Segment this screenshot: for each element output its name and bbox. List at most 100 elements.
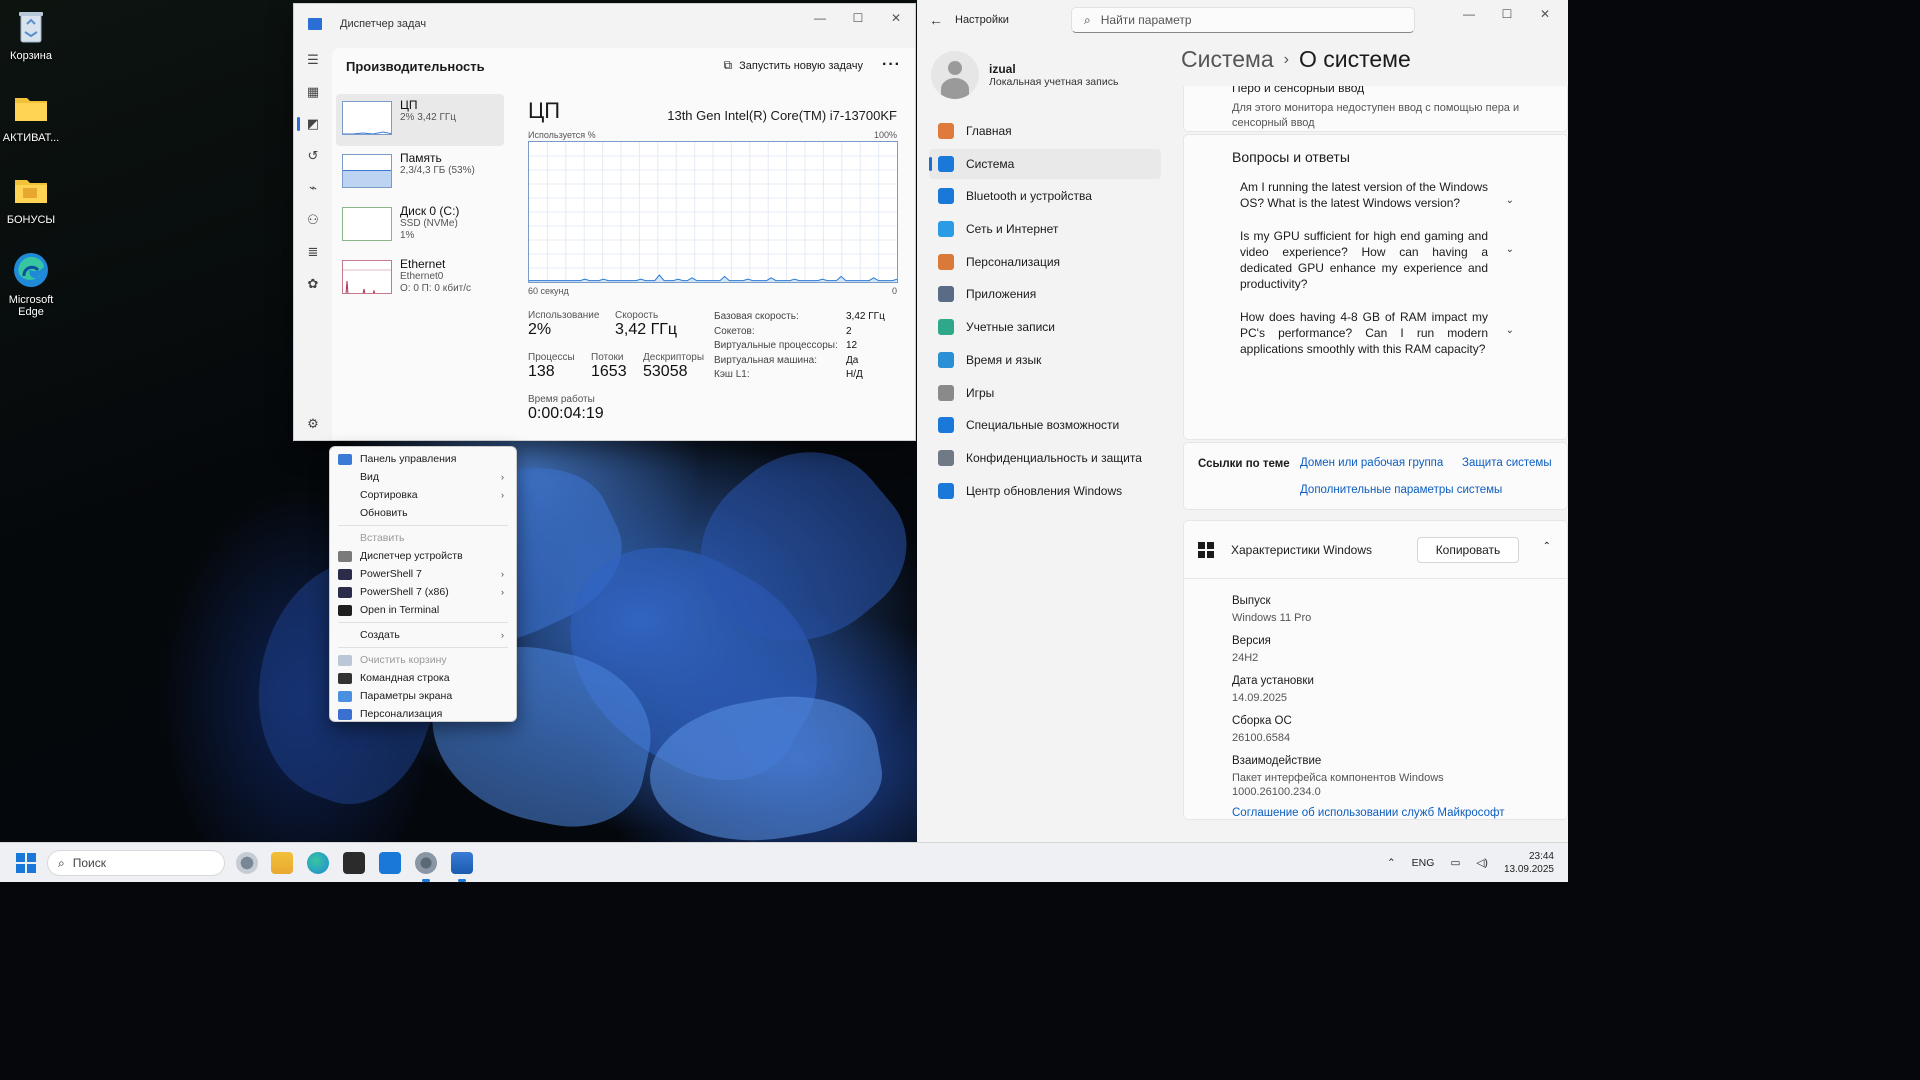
menu-item-icon [338,550,352,562]
context-menu-item[interactable]: Вид › [330,468,516,486]
menu-separator [338,622,508,623]
network-icon[interactable]: ▭ [1450,857,1460,869]
details-icon[interactable]: ≣ [294,236,332,268]
sidebar-item[interactable]: Время и язык [929,345,1161,375]
desktop-icon-recycle-bin[interactable]: Корзина [0,6,62,62]
minimize-button[interactable]: — [801,4,839,32]
search-icon: ⌕ [1084,12,1091,27]
context-menu-item[interactable]: PowerShell 7 (x86) › [330,583,516,601]
file-explorer-icon[interactable] [271,852,293,874]
context-menu-item[interactable]: Панель управления [330,450,516,468]
windows-spec-header[interactable]: Характеристики Windows Копировать ⌃ [1184,521,1567,579]
menu-item-icon [338,630,352,641]
context-menu-item[interactable]: Персонализация [330,705,516,723]
sidebar-item[interactable]: Bluetooth и устройства [929,181,1161,211]
edge-icon[interactable] [307,852,329,874]
close-button[interactable]: ✕ [877,4,915,32]
faq-item[interactable]: Am I running the latest version of the W… [1240,179,1514,211]
app-history-icon[interactable]: ↺ [294,140,332,172]
clock[interactable]: 23:44 13.09.2025 [1504,850,1554,876]
more-options-button[interactable]: ··· [882,56,901,74]
desktop-icon-bonus-folder[interactable]: БОНУСЫ [0,170,62,226]
settings-search-input[interactable]: ⌕ Найти параметр [1071,7,1415,33]
menu-item-icon [338,533,352,544]
run-new-task-button[interactable]: ⧉ Запустить новую задачу [724,58,863,73]
maximize-button[interactable]: ☐ [1488,0,1526,28]
speed-stat: Скорость 3,42 ГГц [615,310,678,338]
cpu-model: 13th Gen Intel(R) Core(TM) i7-13700KF [667,108,897,123]
task-manager-icon[interactable] [451,852,473,882]
outlook-icon[interactable] [379,852,401,874]
sidebar-item[interactable]: Главная [929,116,1161,146]
sidebar-item[interactable]: Сеть и Интернет [929,214,1161,244]
recycle-bin-icon [19,12,43,43]
resource-item-memory[interactable]: Память 2,3/4,3 ГБ (53%) [336,147,504,199]
breadcrumb: Система › О системе [1181,46,1411,73]
start-button[interactable] [16,853,36,873]
advanced-system-settings-link[interactable]: Дополнительные параметры системы [1300,484,1502,496]
context-menu-item[interactable]: Обновить [330,504,516,522]
resource-item-ethernet[interactable]: Ethernet Ethernet0 О: 0 П: 0 кбит/с [336,253,504,305]
chevron-right-icon: › [501,490,504,500]
users-icon[interactable]: ⚇ [294,204,332,236]
sidebar-item[interactable]: Специальные возможности [929,410,1161,440]
faq-item[interactable]: Is my GPU sufficient for high end gaming… [1240,228,1514,292]
system-protection-link[interactable]: Защита системы [1462,457,1552,469]
chevron-right-icon: › [501,587,504,597]
user-profile[interactable]: izual Локальная учетная запись [929,44,1161,106]
spec-key: Дата установки [1232,675,1314,687]
settings-content: Перо и сенсорный ввод Для этого монитора… [1183,86,1568,842]
sidebar-item[interactable]: Центр обновления Windows [929,476,1161,506]
performance-icon[interactable]: ◩ [294,108,332,140]
domain-workgroup-link[interactable]: Домен или рабочая группа [1300,457,1443,469]
settings-gear-icon[interactable] [415,852,437,882]
services-icon[interactable]: ✿ [294,268,332,300]
taskbar-search-input[interactable]: ⌕ Поиск [47,850,225,876]
context-menu-item[interactable]: Сортировка › [330,486,516,504]
context-menu-item[interactable]: PowerShell 7 › [330,565,516,583]
desktop-icon-edge[interactable]: Microsoft Edge [0,250,62,318]
context-menu-item[interactable]: Open in Terminal [330,601,516,619]
store-icon[interactable] [343,852,365,874]
nav-rail: ☰ ▦ ◩ ↺ ⌁ ⚇ ≣ ✿ ⚙ [294,44,332,440]
faq-item[interactable]: How does having 4-8 GB of RAM impact my … [1240,309,1514,357]
context-menu-item[interactable]: Параметры экрана [330,687,516,705]
hamburger-menu-icon[interactable]: ☰ [294,44,332,76]
resource-list: ЦП 2% 3,42 ГГц Память 2,3/4,3 ГБ (53%) Дис… [336,94,504,306]
new-task-icon: ⧉ [723,58,733,72]
minimize-button[interactable]: — [1450,0,1488,28]
close-button[interactable]: ✕ [1526,0,1564,28]
startup-apps-icon[interactable]: ⌁ [294,172,332,204]
back-arrow-icon[interactable]: ← [917,12,955,28]
taskbar: ⌕ Поиск ⌃ ENG ▭ ◁) 23:44 13.09.2025 [0,842,1568,882]
breadcrumb-parent[interactable]: Система [1181,46,1274,72]
sidebar-item-icon [938,286,954,303]
sidebar-item-icon [938,155,954,172]
sidebar-item[interactable]: Персонализация [929,247,1161,277]
processes-icon[interactable]: ▦ [294,76,332,108]
desktop-icon-activator-folder[interactable]: АКТИВАТ... [0,88,62,144]
settings-gear-icon[interactable]: ⚙ [294,408,332,440]
input-language[interactable]: ENG [1412,857,1435,869]
maximize-button[interactable]: ☐ [839,4,877,32]
windows-spec-card: Характеристики Windows Копировать ⌃ Выпу… [1183,520,1568,820]
copy-button[interactable]: Копировать [1417,537,1519,563]
chevron-up-icon[interactable]: ⌃ [1543,541,1551,552]
resource-item-disk[interactable]: Диск 0 (C:) SSD (NVMe) 1% [336,200,504,252]
sidebar-item[interactable]: Система [929,148,1161,179]
sidebar-item[interactable]: Учетные записи [929,312,1161,342]
volume-icon[interactable]: ◁) [1476,857,1488,869]
context-menu-item[interactable]: Диспетчер устройств [330,547,516,565]
context-menu-item[interactable]: Командная строка [330,669,516,687]
sidebar-item[interactable]: Приложения [929,279,1161,309]
window-title: Настройки [955,14,1009,26]
sidebar-item[interactable]: Игры [929,378,1161,408]
sidebar-item[interactable]: Конфиденциальность и защита [929,443,1161,473]
resource-item-cpu[interactable]: ЦП 2% 3,42 ГГц [336,94,504,146]
clock-date: 13.09.2025 [1503,864,1554,875]
context-menu-item[interactable]: Создать › [330,626,516,644]
chevron-up-icon[interactable]: ⌃ [1387,857,1396,869]
chevron-down-icon: ⌄ [1505,325,1514,336]
ms-services-agreement-link[interactable]: Соглашение об использовании служб Майкро… [1232,807,1567,819]
task-view-icon[interactable] [236,852,258,874]
